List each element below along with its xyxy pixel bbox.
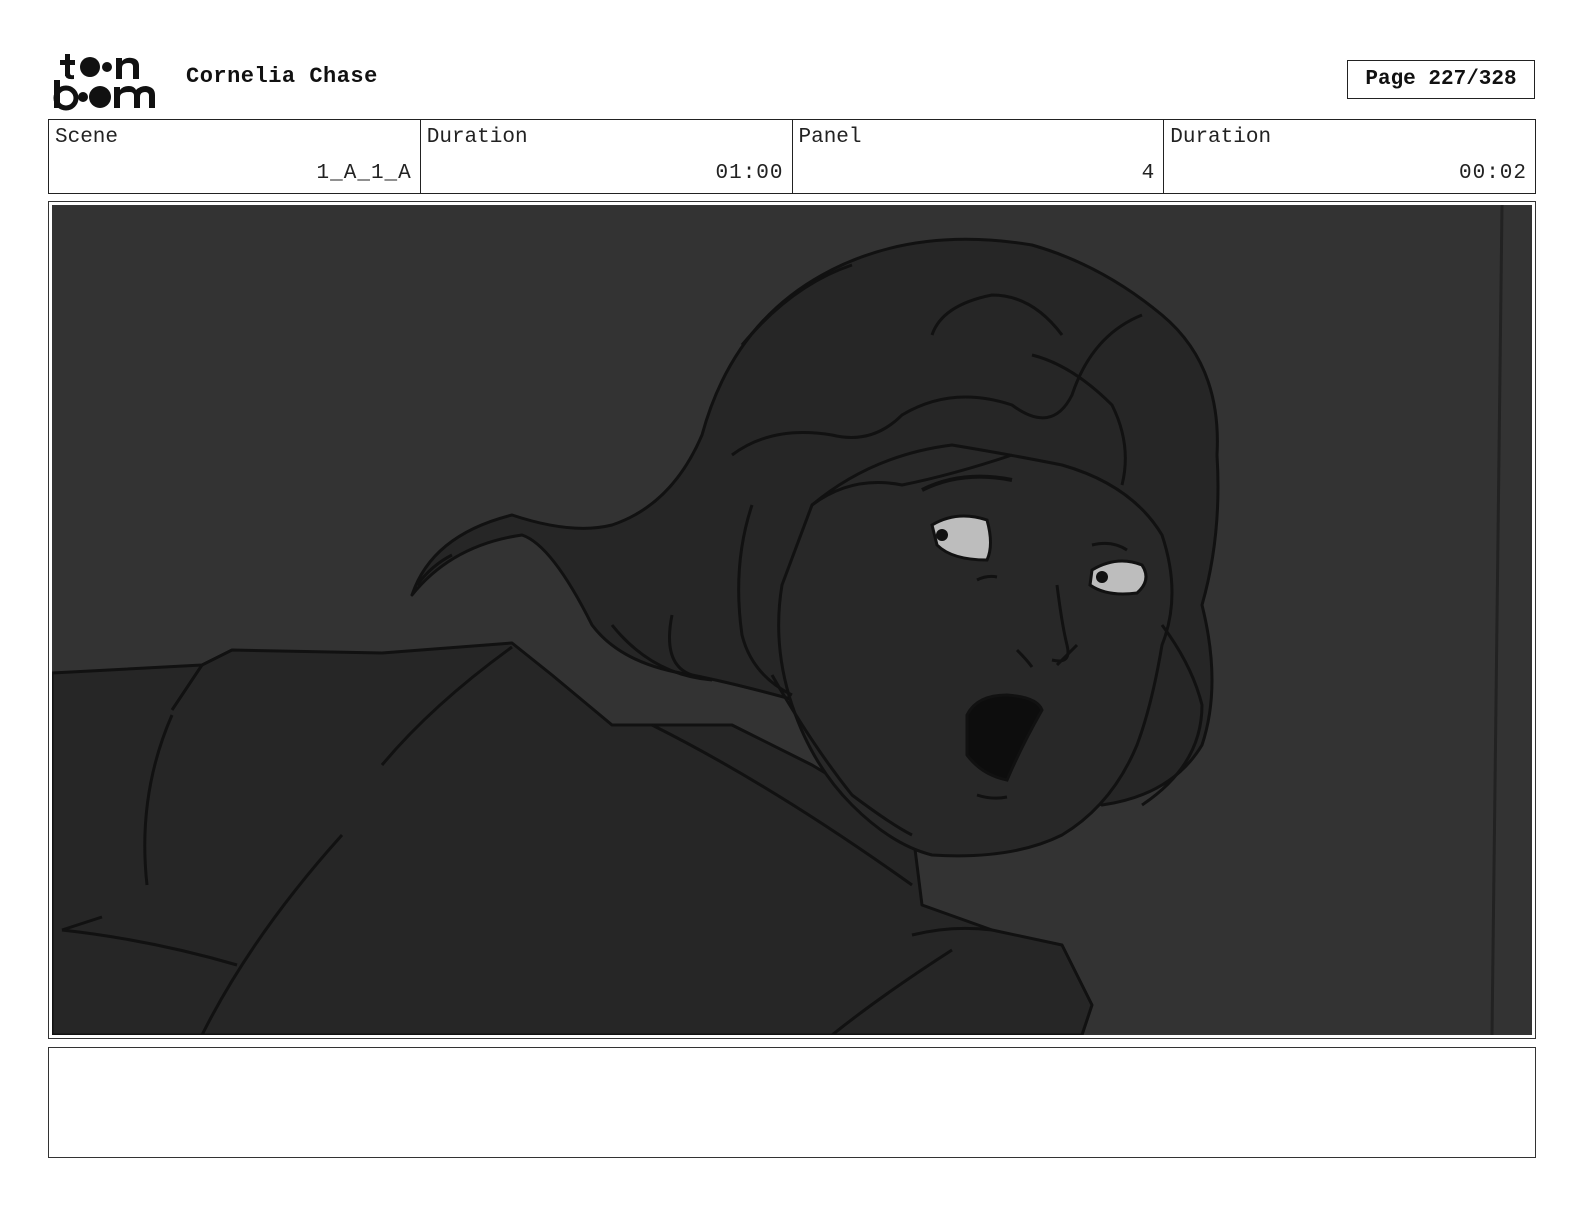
scene-cell: Scene 1_A_1_A (49, 120, 420, 193)
scene-duration-cell: Duration 01:00 (419, 120, 792, 193)
scene-info-row: Scene 1_A_1_A Duration 01:00 Panel 4 Dur… (48, 119, 1536, 194)
panel-label: Panel (798, 126, 862, 149)
scene-value: 1_A_1_A (316, 162, 412, 185)
toon-boom-logo (53, 54, 155, 111)
scene-duration-label: Duration (426, 126, 528, 149)
page-indicator: Page 227/328 (1347, 60, 1535, 99)
scene-duration-value: 01:00 (715, 162, 784, 185)
project-title: Cornelia Chase (186, 64, 378, 89)
panel-duration-cell: Duration 00:02 (1163, 120, 1535, 193)
scene-label: Scene (55, 126, 119, 149)
panel-duration-value: 00:02 (1458, 162, 1527, 185)
panel-notes-box (48, 1047, 1536, 1158)
panel-cell: Panel 4 (791, 120, 1164, 193)
storyboard-panel-image (52, 205, 1532, 1035)
panel-duration-label: Duration (1170, 126, 1272, 149)
panel-value: 4 (1141, 162, 1156, 185)
